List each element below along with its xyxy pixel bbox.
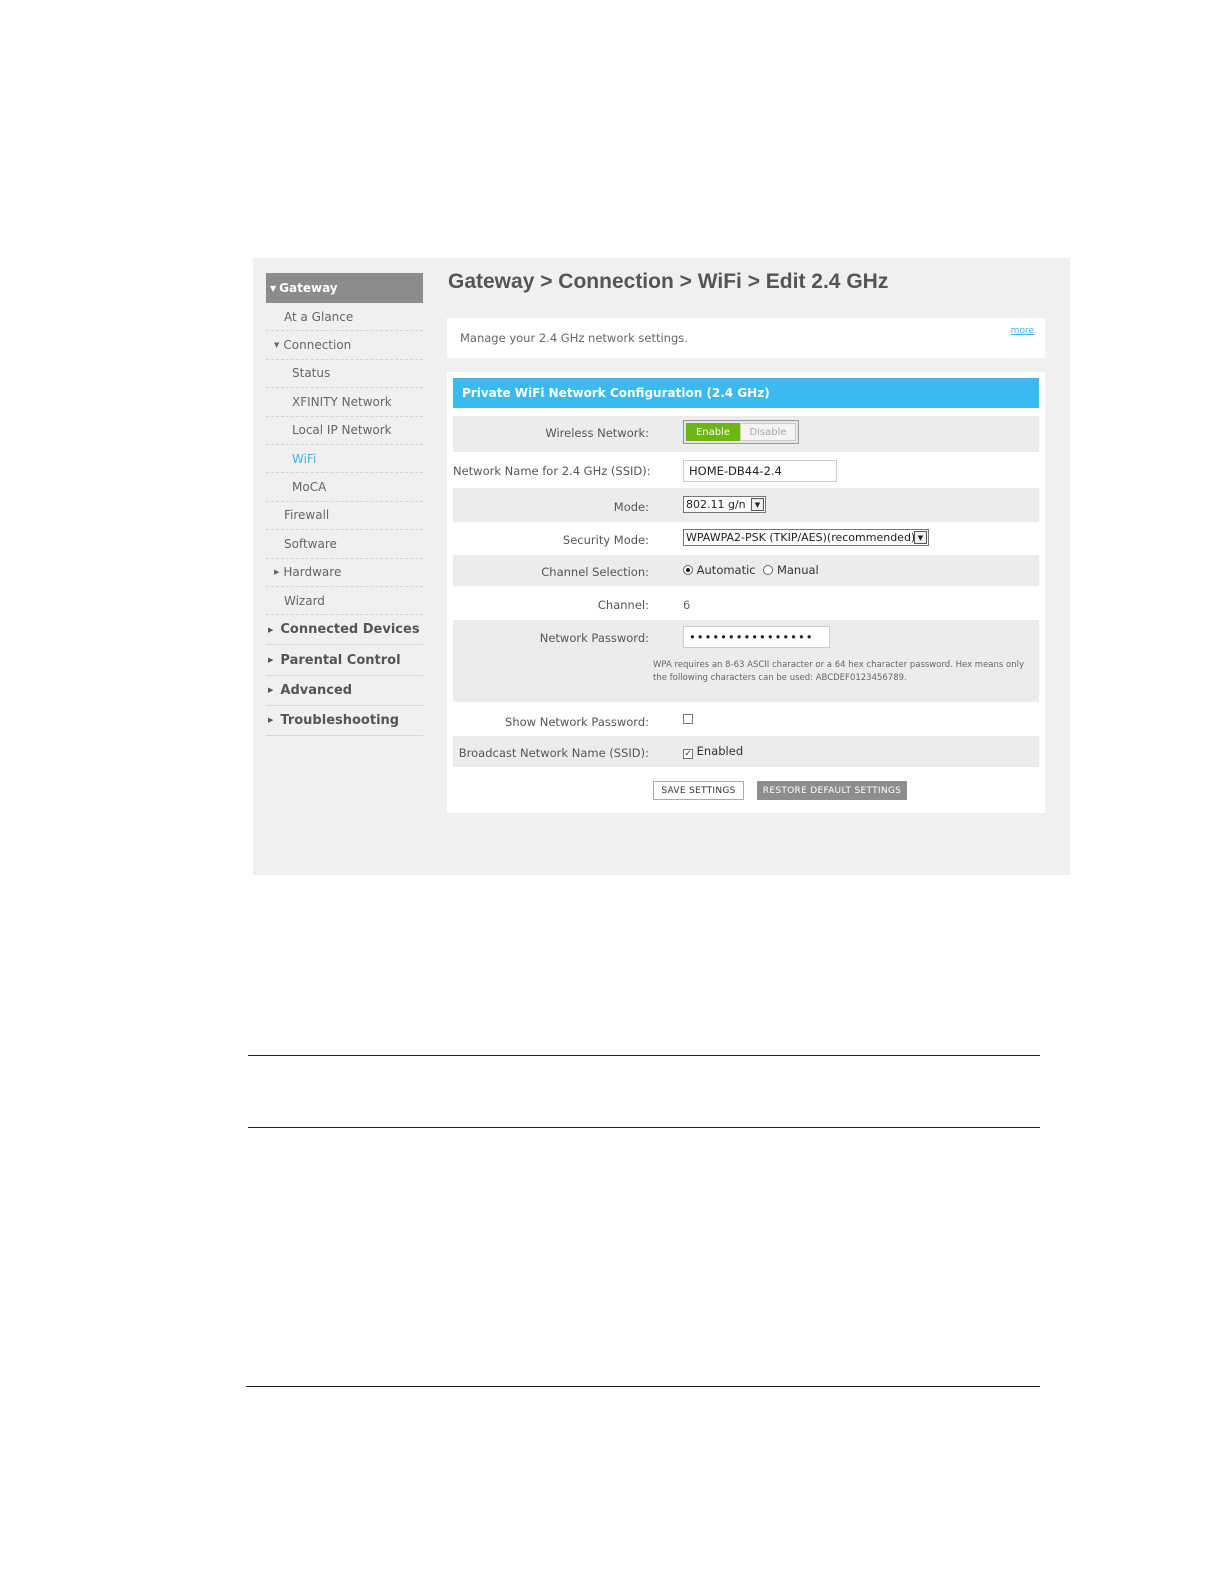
sidebar-item-label: Hardware: [283, 565, 342, 580]
sidebar-item-connection[interactable]: ▼ Connection: [266, 331, 423, 360]
security-mode-row: Security Mode: WPAWPA2-PSK (TKIP/AES)(re…: [453, 522, 1039, 555]
divider-line: [248, 1055, 1040, 1056]
page-title: Gateway > Connection > WiFi > Edit 2.4 G…: [448, 270, 889, 293]
sidebar-item-label: At a Glance: [284, 309, 354, 324]
sidebar-item-gateway[interactable]: ▼ Gateway: [266, 273, 423, 303]
channel-label: Channel:: [597, 598, 649, 612]
restore-default-settings-button[interactable]: RESTORE DEFAULT SETTINGS: [757, 781, 907, 800]
password-label: Network Password:: [539, 631, 649, 645]
radio-manual-label: Manual: [776, 563, 819, 577]
channel-selection-options: Automatic Manual: [683, 563, 819, 577]
mode-select-value: 802.11 g/n: [686, 498, 746, 511]
channel-row: Channel: 6: [453, 586, 1039, 620]
ssid-input[interactable]: HOME-DB44-2.4: [683, 460, 837, 482]
sidebar-item-label: Wizard: [284, 593, 325, 608]
divider-line: [248, 1127, 1040, 1128]
broadcast-ssid-label: Broadcast Network Name (SSID):: [458, 746, 649, 760]
security-mode-select-value: WPAWPA2-PSK (TKIP/AES)(recommended): [686, 531, 916, 544]
chevron-right-icon: ▶: [268, 716, 274, 725]
divider-line: [246, 1386, 1040, 1387]
enable-button[interactable]: Enable: [686, 423, 740, 441]
channel-selection-label: Channel Selection:: [541, 565, 649, 579]
sidebar-item-label: Connection: [283, 338, 352, 353]
chevron-down-icon: ▼: [751, 498, 764, 511]
disable-button[interactable]: Disable: [740, 423, 796, 441]
description-text: Manage your 2.4 GHz network settings.: [460, 331, 688, 345]
wifi-config-panel: Private WiFi Network Configuration (2.4 …: [447, 372, 1045, 813]
chevron-down-icon: ▼: [270, 283, 277, 293]
sidebar-item-firewall[interactable]: Firewall: [266, 502, 423, 531]
sidebar-item-hardware[interactable]: ▶ Hardware: [266, 559, 423, 587]
broadcast-ssid-enabled-label: Enabled: [696, 744, 744, 758]
sidebar-item-label: Status: [292, 366, 331, 381]
sidebar-item-label: Troubleshooting: [280, 712, 400, 728]
sidebar-item-advanced[interactable]: ▶ Advanced: [266, 676, 423, 706]
chevron-down-icon: ▼: [914, 531, 927, 544]
sidebar-nav: ▼ Gateway At a Glance ▼ Connection Statu…: [266, 273, 423, 737]
sidebar-item-wifi[interactable]: WiFi: [266, 445, 423, 474]
mode-row: Mode: 802.11 g/n ▼: [453, 488, 1039, 522]
password-row: Network Password: •••••••••••••••• WPA r…: [453, 620, 1039, 702]
sidebar-item-label: Connected Devices: [280, 622, 420, 638]
wireless-network-row: Wireless Network: Enable Disable: [453, 416, 1039, 452]
broadcast-ssid-control: ✓ Enabled: [683, 744, 743, 759]
sidebar-item-at-a-glance[interactable]: At a Glance: [266, 303, 423, 332]
ssid-label: Network Name for 2.4 GHz (SSID):: [453, 464, 651, 478]
sidebar-item-troubleshooting[interactable]: ▶ Troubleshooting: [266, 706, 423, 737]
sidebar-item-status[interactable]: Status: [266, 360, 423, 389]
show-password-label: Show Network Password:: [505, 715, 649, 729]
security-mode-select[interactable]: WPAWPA2-PSK (TKIP/AES)(recommended) ▼: [683, 529, 929, 546]
chevron-right-icon: ▶: [274, 568, 280, 577]
router-admin-screenshot: ▼ Gateway At a Glance ▼ Connection Statu…: [253, 258, 1070, 875]
more-link[interactable]: more: [1011, 326, 1034, 336]
channel-selection-row: Channel Selection: Automatic Manual: [453, 555, 1039, 586]
wireless-network-label: Wireless Network:: [545, 426, 649, 440]
password-help-text: WPA requires an 8-63 ASCII character or …: [653, 660, 1025, 683]
sidebar-item-connected-devices[interactable]: ▶ Connected Devices: [266, 615, 423, 646]
sidebar-item-label: Firewall: [284, 508, 330, 523]
radio-automatic-label: Automatic: [696, 563, 756, 577]
show-password-row: Show Network Password:: [453, 702, 1039, 736]
show-password-checkbox[interactable]: [683, 714, 693, 724]
sidebar-item-label: WiFi: [292, 451, 317, 466]
panel-heading: Private WiFi Network Configuration (2.4 …: [453, 378, 1039, 408]
radio-manual[interactable]: [763, 565, 774, 575]
sidebar-item-software[interactable]: Software: [266, 530, 423, 559]
chevron-right-icon: ▶: [268, 625, 274, 634]
sidebar-item-label: Parental Control: [280, 652, 401, 668]
password-input[interactable]: ••••••••••••••••: [683, 626, 830, 648]
sidebar-item-local-ip-network[interactable]: Local IP Network: [266, 417, 423, 445]
mode-select[interactable]: 802.11 g/n ▼: [683, 496, 766, 513]
broadcast-ssid-checkbox[interactable]: ✓: [683, 749, 693, 759]
wireless-network-toggle: Enable Disable: [683, 420, 799, 444]
sidebar-item-label: XFINITY Network: [292, 394, 392, 409]
chevron-right-icon: ▶: [268, 656, 274, 665]
sidebar-item-label: MoCA: [292, 480, 327, 495]
sidebar-item-moca[interactable]: MoCA: [266, 473, 423, 502]
broadcast-ssid-row: Broadcast Network Name (SSID): ✓ Enabled: [453, 736, 1039, 767]
sidebar-item-wizard[interactable]: Wizard: [266, 587, 423, 616]
sidebar-item-xfinity-network[interactable]: XFINITY Network: [266, 388, 423, 417]
security-mode-label: Security Mode:: [562, 533, 649, 547]
channel-value: 6: [683, 598, 691, 612]
mode-label: Mode:: [613, 500, 649, 514]
description-box: Manage your 2.4 GHz network settings. mo…: [447, 318, 1045, 358]
show-password-control: [683, 712, 693, 726]
sidebar-item-parental-control[interactable]: ▶ Parental Control: [266, 645, 423, 676]
chevron-down-icon: ▼: [274, 341, 280, 350]
sidebar-item-label: Software: [284, 536, 337, 551]
radio-automatic[interactable]: [683, 565, 693, 575]
sidebar-item-label: Gateway: [279, 281, 338, 295]
sidebar-item-label: Local IP Network: [292, 423, 392, 438]
sidebar-item-label: Advanced: [280, 682, 353, 698]
chevron-right-icon: ▶: [268, 686, 274, 695]
ssid-row: Network Name for 2.4 GHz (SSID): HOME-DB…: [453, 452, 1039, 488]
save-settings-button[interactable]: SAVE SETTINGS: [653, 781, 744, 800]
